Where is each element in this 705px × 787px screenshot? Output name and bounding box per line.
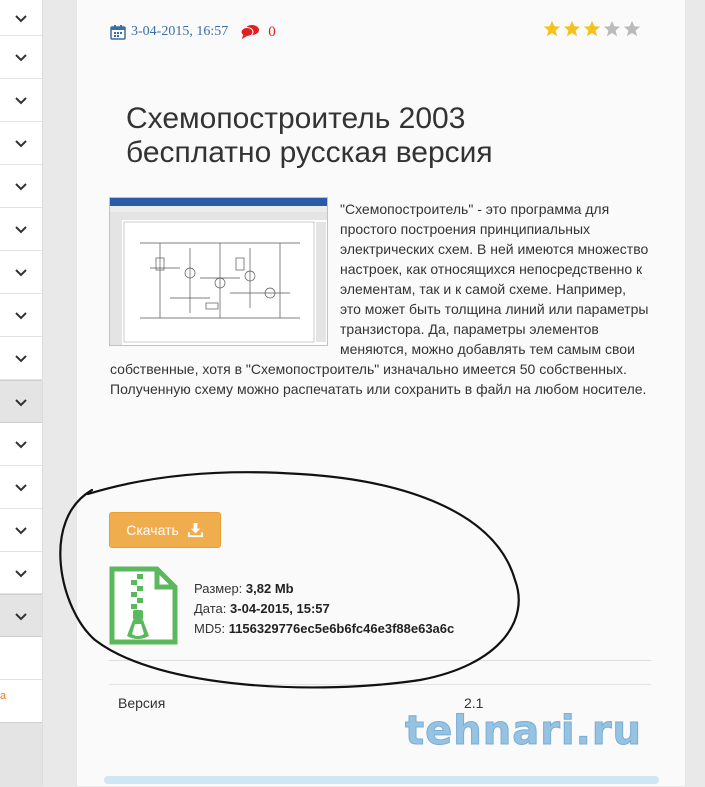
sidebar-item[interactable] (0, 423, 42, 466)
page-title: Схемопостроитель 2003 бесплатно русская … (126, 102, 493, 169)
sidebar-item[interactable] (0, 637, 42, 680)
archive-file-icon[interactable] (109, 566, 178, 645)
sidebar-item-active[interactable] (0, 594, 42, 637)
sidebar-item[interactable] (0, 251, 42, 294)
md5-label: MD5: (194, 621, 226, 636)
sidebar-item[interactable] (0, 165, 42, 208)
file-info: Размер: 3,82 Mb Дата: 3-04-2015, 15:57 M… (194, 579, 454, 639)
table-cell-label: Версия (118, 695, 166, 711)
chevron-down-icon (15, 398, 27, 406)
sidebar-item[interactable] (0, 208, 42, 251)
download-button-label: Скачать (126, 522, 179, 538)
sidebar-item[interactable] (0, 509, 42, 552)
chevron-down-icon (15, 569, 27, 577)
post-meta: 3-04-2015, 16:57 0 (110, 22, 276, 42)
chevron-down-icon (15, 612, 27, 620)
chevron-down-icon (15, 269, 27, 277)
sidebar-item-active[interactable] (0, 722, 42, 787)
star-icon[interactable] (543, 20, 561, 38)
chevron-down-icon (15, 484, 27, 492)
star-icon[interactable] (563, 20, 581, 38)
sidebar: а (0, 0, 43, 787)
sidebar-item[interactable] (0, 294, 42, 337)
chevron-down-icon (15, 54, 27, 62)
sidebar-item[interactable] (0, 0, 42, 36)
sidebar-item[interactable] (0, 337, 42, 380)
sidebar-item-active[interactable] (0, 380, 42, 423)
chevron-down-icon (15, 183, 27, 191)
chevron-down-icon (15, 312, 27, 320)
size-label: Размер: (194, 581, 243, 596)
star-icon[interactable] (583, 20, 601, 38)
chevron-down-icon (15, 140, 27, 148)
chevron-down-icon (15, 97, 27, 105)
chevron-down-icon (15, 355, 27, 363)
divider (109, 660, 651, 661)
next-block-edge (104, 776, 659, 784)
sidebar-item[interactable] (0, 552, 42, 594)
watermark: tehnari.ru (404, 708, 643, 755)
chevron-down-icon (15, 226, 27, 234)
download-button[interactable]: Скачать (109, 512, 221, 548)
chevron-down-icon (15, 527, 27, 535)
date-value: 3-04-2015, 15:57 (230, 601, 330, 616)
chevron-down-icon (15, 14, 27, 22)
md5-value: 1156329776ec5e6b6fc46e3f88e63a6c (228, 621, 455, 636)
download-icon (187, 522, 203, 537)
size-value: 3,82 Mb (245, 581, 294, 596)
sidebar-item[interactable] (0, 122, 42, 165)
date-label: Дата: (194, 601, 227, 616)
star-icon[interactable] (603, 20, 621, 38)
chevron-down-icon (15, 441, 27, 449)
rating-stars[interactable] (543, 20, 641, 38)
sidebar-item[interactable] (0, 79, 42, 122)
post-description: "Схемопостроитель" - это программа для п… (110, 199, 650, 399)
star-icon[interactable] (623, 20, 641, 38)
post-date: 3-04-2015, 16:57 (131, 24, 229, 39)
comments-icon[interactable] (240, 24, 260, 40)
sidebar-link[interactable]: а (0, 690, 6, 702)
sidebar-item[interactable] (0, 466, 42, 509)
comments-count[interactable]: 0 (268, 24, 276, 41)
sidebar-item[interactable] (0, 36, 42, 79)
calendar-icon (110, 25, 126, 40)
